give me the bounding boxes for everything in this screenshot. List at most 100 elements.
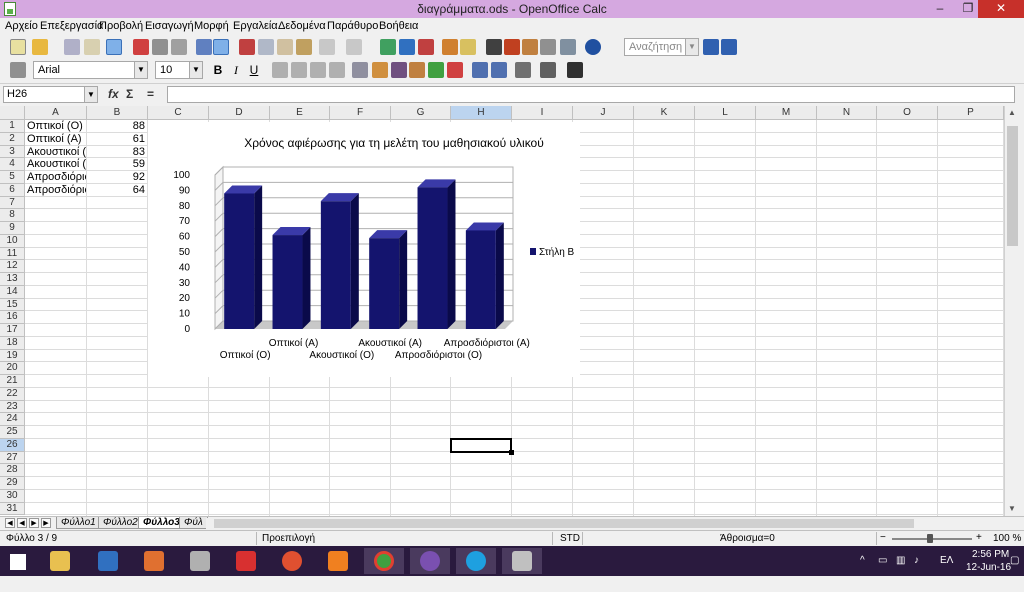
row-header[interactable]: 23 — [0, 400, 25, 414]
taskbar-app[interactable] — [226, 548, 266, 574]
tray-expand-icon[interactable]: ^ — [860, 555, 865, 585]
currency-format-icon[interactable] — [372, 62, 388, 78]
clock-date[interactable]: 12-Jun-16 — [966, 562, 1011, 592]
increase-indent-icon[interactable] — [491, 62, 507, 78]
taskbar-app[interactable] — [456, 548, 496, 574]
cell-value[interactable]: 88 — [89, 120, 145, 132]
volume-icon[interactable]: ♪ — [914, 555, 919, 585]
merge-cells-icon[interactable] — [352, 62, 368, 78]
start-button[interactable] — [0, 548, 36, 574]
align-center-icon[interactable] — [291, 62, 307, 78]
justify-icon[interactable] — [329, 62, 345, 78]
gallery-icon[interactable] — [522, 39, 538, 55]
open-folder-icon[interactable] — [32, 39, 48, 55]
row-header[interactable]: 28 — [0, 464, 25, 477]
row-header[interactable]: 6 — [0, 183, 25, 197]
sort-descending-icon[interactable] — [418, 39, 434, 55]
row-header[interactable]: 9 — [0, 222, 25, 235]
column-header[interactable]: G — [391, 106, 451, 120]
email-icon[interactable] — [84, 39, 100, 55]
taskbar-app[interactable] — [88, 548, 128, 574]
row-header[interactable]: 1 — [0, 120, 25, 133]
spellcheck-icon[interactable] — [196, 39, 212, 55]
underline-button[interactable]: U — [246, 62, 262, 78]
last-sheet-button[interactable]: ▶ — [41, 518, 51, 528]
export-pdf-icon[interactable] — [133, 39, 149, 55]
edit-mode-icon[interactable] — [106, 39, 122, 55]
sheet-tab[interactable]: Φύλ — [179, 517, 208, 529]
align-left-icon[interactable] — [272, 62, 288, 78]
cell-label[interactable]: Οπτικοί (Α) — [27, 133, 86, 145]
menu-view[interactable]: Προβολή — [99, 20, 143, 32]
row-header[interactable]: 11 — [0, 247, 25, 261]
chevron-down-icon[interactable]: ▼ — [84, 87, 97, 102]
row-header[interactable]: 20 — [0, 362, 25, 375]
taskbar-app[interactable] — [272, 548, 312, 574]
menu-help[interactable]: Βοήθεια — [379, 20, 418, 32]
column-header[interactable]: F — [330, 106, 391, 120]
chart-object[interactable]: Χρόνος αφιέρωσης για τη μελέτη του μαθησ… — [148, 122, 580, 377]
delete-decimal-icon[interactable] — [447, 62, 463, 78]
page-style[interactable]: Προεπιλογή — [262, 533, 315, 544]
row-header[interactable]: 17 — [0, 324, 25, 337]
prev-sheet-button[interactable]: ◀ — [17, 518, 27, 528]
taskbar-app[interactable] — [502, 548, 542, 574]
background-color-icon[interactable] — [540, 62, 556, 78]
print-icon[interactable] — [152, 39, 168, 55]
chevron-down-icon[interactable]: ▼ — [134, 62, 147, 78]
formula-input[interactable] — [167, 86, 1015, 103]
standard-format-icon[interactable] — [409, 62, 425, 78]
column-header[interactable]: O — [877, 106, 938, 120]
sheet-tab[interactable]: Φύλλο2 — [98, 517, 143, 529]
vertical-scrollbar[interactable]: ▲ ▼ — [1004, 106, 1019, 516]
undo-icon[interactable] — [319, 39, 335, 55]
taskbar-app[interactable] — [364, 548, 404, 574]
taskbar-app[interactable] — [40, 548, 80, 574]
chevron-down-icon[interactable]: ▼ — [685, 39, 698, 55]
find-previous-icon[interactable] — [721, 39, 737, 55]
redo-icon[interactable] — [346, 39, 362, 55]
menu-insert[interactable]: Εισαγωγή — [145, 20, 194, 32]
sum-button[interactable]: Σ — [126, 87, 133, 101]
column-header[interactable]: M — [756, 106, 817, 120]
draw-functions-icon[interactable] — [460, 39, 476, 55]
row-header[interactable]: 18 — [0, 336, 25, 350]
column-header[interactable]: I — [512, 106, 573, 120]
select-all-corner[interactable] — [0, 106, 25, 120]
autospellcheck-icon[interactable] — [213, 39, 229, 55]
taskbar-app[interactable] — [318, 548, 358, 574]
help-icon[interactable] — [585, 39, 601, 55]
sheet-tab-active[interactable]: Φύλλο3 — [138, 517, 185, 529]
cell-value[interactable]: 61 — [89, 133, 145, 145]
row-header[interactable]: 26 — [0, 438, 25, 452]
row-header[interactable]: 15 — [0, 298, 25, 312]
column-header[interactable]: J — [573, 106, 634, 120]
column-header[interactable]: D — [209, 106, 270, 120]
row-header[interactable]: 3 — [0, 145, 25, 159]
menu-window[interactable]: Παράθυρο — [327, 20, 378, 32]
row-header[interactable]: 27 — [0, 451, 25, 465]
menu-tools[interactable]: Εργαλεία — [233, 20, 278, 32]
add-decimal-icon[interactable] — [428, 62, 444, 78]
cell-label[interactable]: Απροσδιόρισ — [27, 184, 86, 196]
column-header[interactable]: P — [938, 106, 1004, 120]
font-size-select[interactable]: 10 ▼ — [155, 61, 203, 79]
clone-format-icon[interactable] — [296, 39, 312, 55]
row-header[interactable]: 19 — [0, 349, 25, 363]
row-header[interactable]: 29 — [0, 477, 25, 490]
cut-icon[interactable] — [239, 39, 255, 55]
cell-value[interactable]: 83 — [89, 146, 145, 158]
column-header[interactable]: B — [87, 106, 148, 120]
cell-label[interactable]: Ακουστικοί (Α — [27, 158, 86, 170]
row-header[interactable]: 2 — [0, 132, 25, 146]
taskbar-app[interactable] — [180, 548, 220, 574]
row-header[interactable]: 21 — [0, 375, 25, 388]
minimize-button[interactable]: – — [926, 0, 954, 18]
chevron-down-icon[interactable]: ▼ — [189, 62, 202, 78]
action-center-icon[interactable]: ▢ — [1010, 555, 1019, 585]
row-header[interactable]: 10 — [0, 234, 25, 248]
selection-mode[interactable]: STD — [560, 533, 580, 544]
row-header[interactable]: 8 — [0, 209, 25, 222]
scroll-down-icon[interactable]: ▼ — [1008, 504, 1016, 513]
column-header[interactable]: L — [695, 106, 756, 120]
